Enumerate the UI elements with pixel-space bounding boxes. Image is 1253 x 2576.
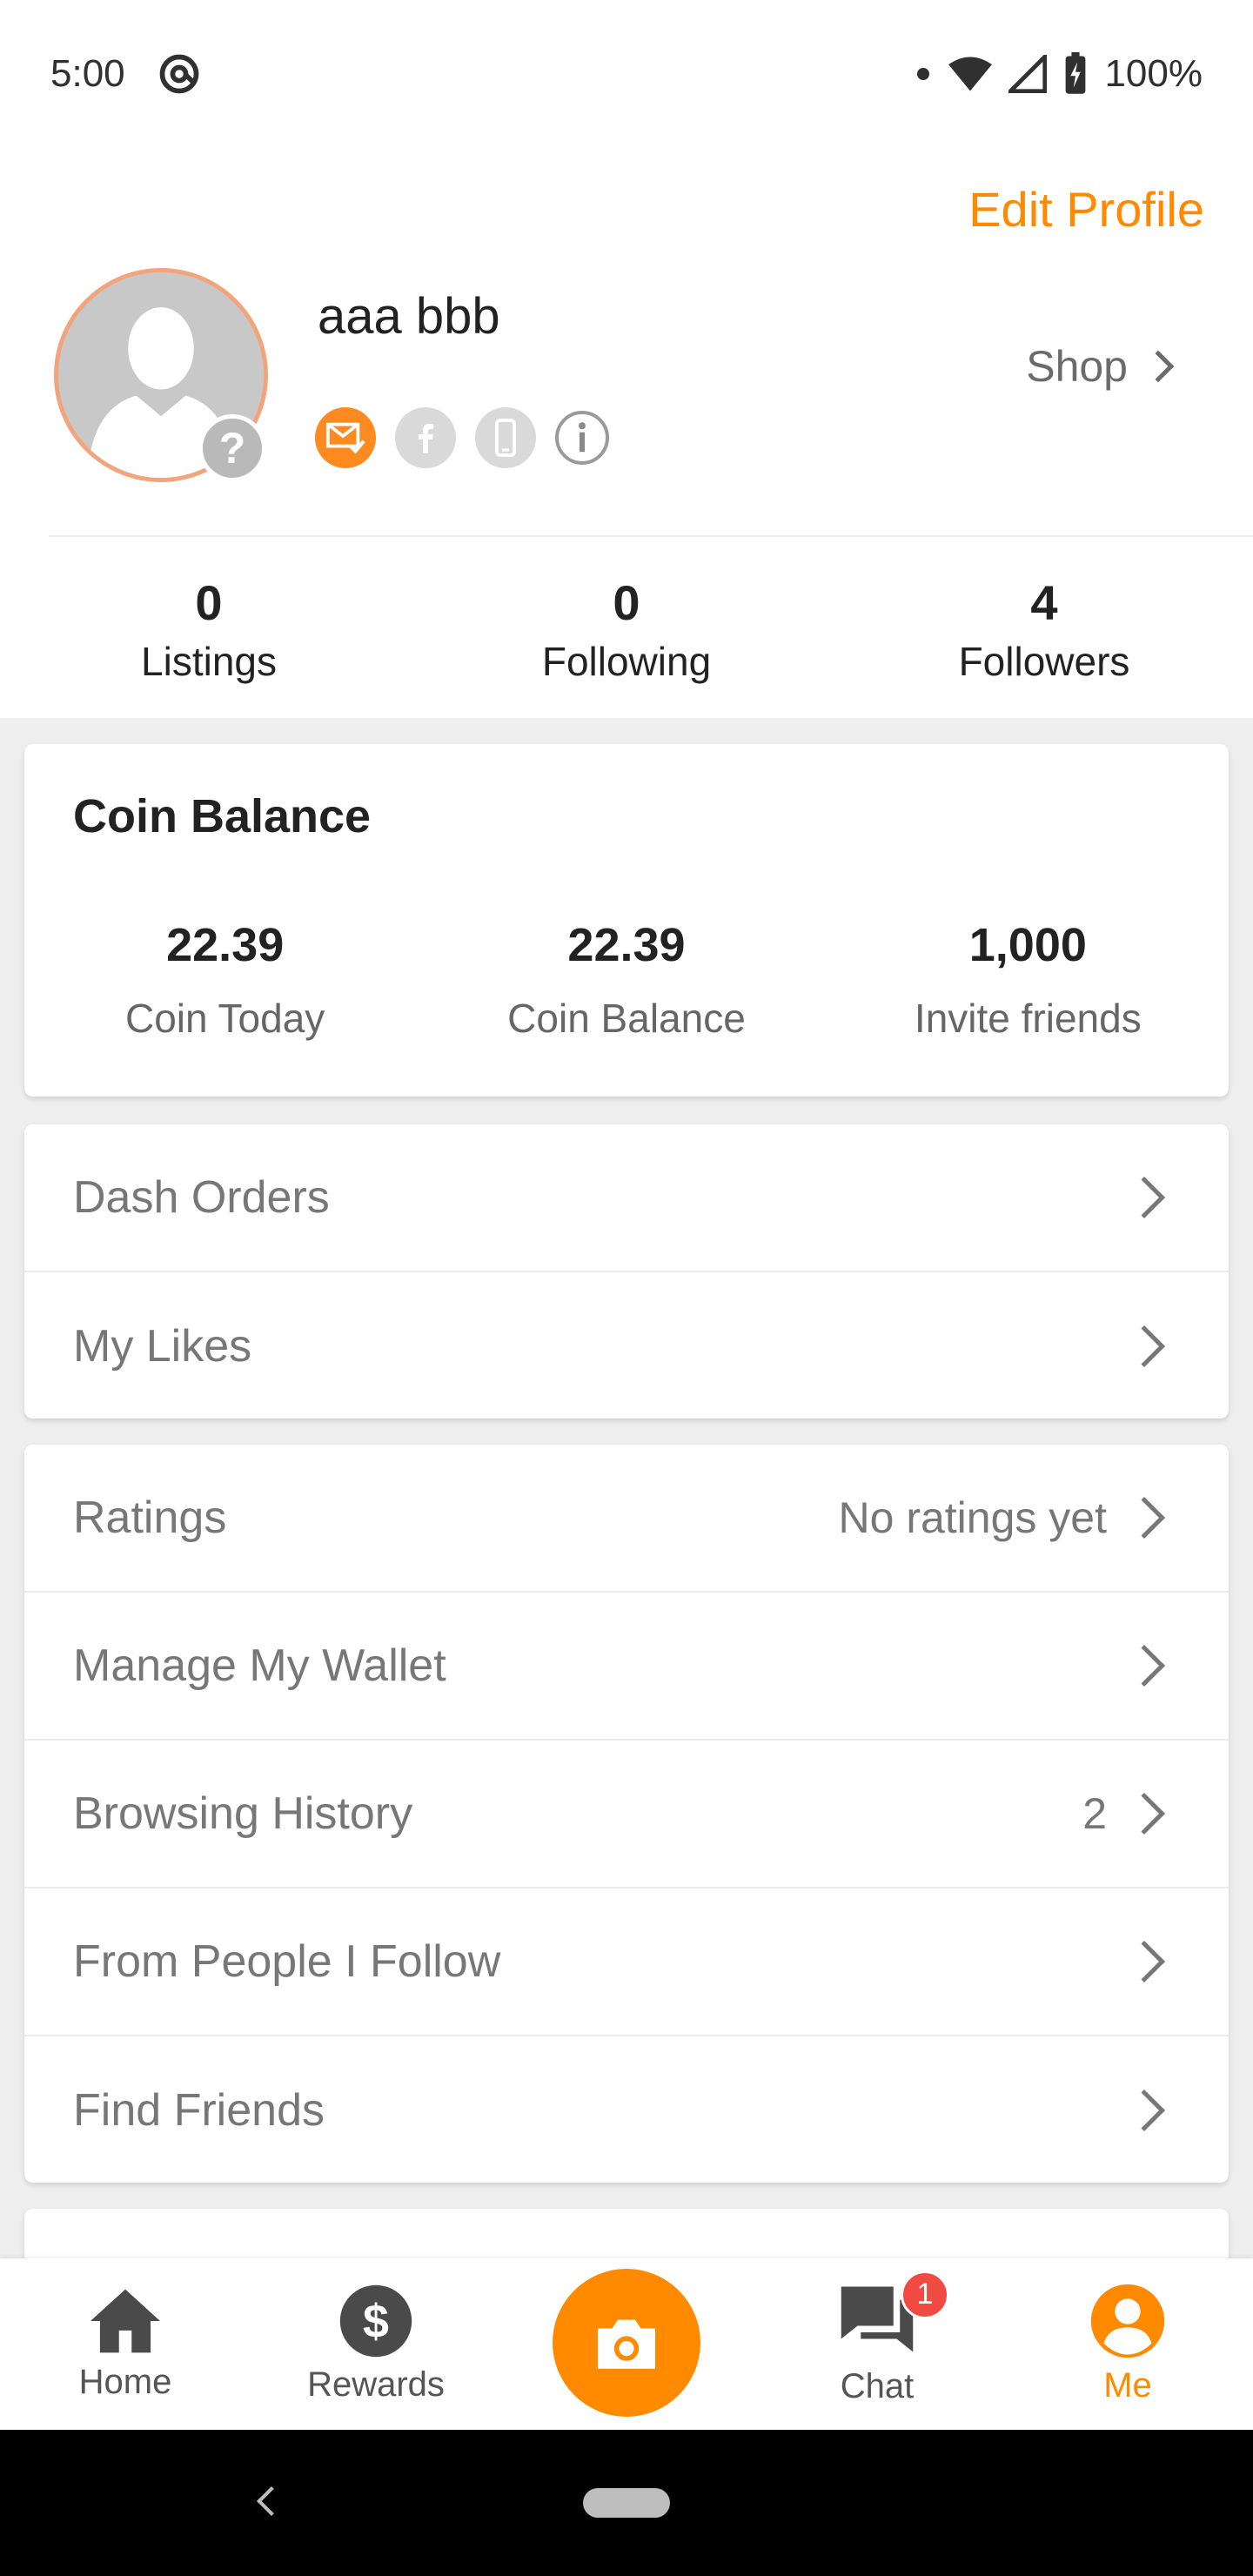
menu-item-browsing-history[interactable]: Browsing History 2	[24, 1741, 1229, 1888]
shop-link[interactable]: Shop	[1026, 341, 1176, 392]
dollar-icon: $	[339, 2284, 412, 2358]
status-time: 5:00	[50, 52, 125, 95]
coin-label: Invite friends	[914, 996, 1142, 1041]
stat-listings[interactable]: 0 Listings	[0, 574, 418, 685]
menu-item-label: Ratings	[73, 1493, 227, 1543]
divider	[49, 535, 1253, 537]
nav-me[interactable]: Me	[1002, 2283, 1253, 2405]
stat-following[interactable]: 0 Following	[418, 574, 835, 685]
menu-group-account: Ratings No ratings yet Manage My Wallet …	[24, 1445, 1229, 2183]
nav-label: Me	[1103, 2366, 1152, 2405]
stat-value: 0	[195, 575, 223, 630]
coin-label: Coin Today	[125, 996, 325, 1041]
chevron-right-icon	[1122, 1496, 1166, 1540]
help-icon[interactable]: ?	[198, 414, 266, 482]
battery-charging-icon	[1062, 52, 1089, 96]
shop-label: Shop	[1026, 342, 1128, 391]
signal-icon	[1008, 55, 1048, 93]
back-icon[interactable]	[257, 2486, 286, 2516]
edit-profile-link[interactable]: Edit Profile	[968, 181, 1204, 238]
stat-label: Following	[541, 639, 712, 684]
coin-label: Coin Balance	[507, 996, 746, 1041]
info-icon[interactable]	[555, 411, 609, 465]
coin-value: 22.39	[567, 919, 686, 971]
menu-item-value: 2	[1082, 1789, 1107, 1838]
status-bar: 5:00 100%	[0, 0, 1253, 148]
menu-item-label: Dash Orders	[73, 1172, 330, 1223]
chevron-right-icon	[1122, 1644, 1166, 1687]
system-nav-bar	[0, 2430, 1253, 2576]
home-icon	[90, 2289, 160, 2353]
stat-followers[interactable]: 4 Followers	[835, 574, 1253, 685]
notification-dot-icon	[915, 65, 932, 83]
menu-group-orders: Dash Orders My Likes	[24, 1124, 1229, 1419]
nav-label: Chat	[840, 2366, 915, 2405]
stat-value: 4	[1030, 575, 1058, 630]
menu-item-dash-orders[interactable]: Dash Orders	[24, 1124, 1229, 1272]
profile-name: aaa bbb	[318, 288, 500, 345]
chevron-right-icon	[1122, 1940, 1166, 1983]
avatar[interactable]: ?	[54, 268, 268, 482]
menu-item-label: Manage My Wallet	[73, 1640, 446, 1691]
chevron-right-icon	[1122, 1792, 1166, 1835]
coin-balance-card[interactable]: Coin Balance 22.39 Coin Today 22.39 Coin…	[24, 744, 1229, 1097]
person-icon	[1090, 2284, 1165, 2358]
chevron-right-icon	[1122, 1325, 1166, 1368]
menu-item-ratings[interactable]: Ratings No ratings yet	[24, 1445, 1229, 1593]
home-pill-icon[interactable]	[583, 2488, 670, 2518]
nav-chat[interactable]: 1 Chat	[752, 2270, 1002, 2406]
chevron-right-icon	[1122, 1176, 1166, 1219]
camera-icon	[598, 2319, 655, 2369]
menu-item-manage-wallet[interactable]: Manage My Wallet	[24, 1593, 1229, 1741]
coin-balance-title: Coin Balance	[73, 790, 372, 842]
menu-item-label: Find Friends	[73, 2085, 325, 2136]
coin-value: 22.39	[166, 919, 285, 971]
menu-item-label: From People I Follow	[73, 1936, 501, 1987]
profile-stats: 0 Listings 0 Following 4 Followers	[0, 574, 1253, 685]
battery-percent: 100%	[1104, 52, 1203, 95]
verification-icons	[315, 407, 609, 468]
wifi-icon	[948, 55, 993, 93]
nav-rewards[interactable]: $ Rewards	[251, 2284, 501, 2405]
menu-item-my-likes[interactable]: My Likes	[24, 1272, 1229, 1420]
stat-label: Listings	[141, 639, 277, 684]
menu-item-value: No ratings yet	[838, 1493, 1107, 1542]
chat-unread-badge: 1	[901, 2270, 949, 2319]
stat-label: Followers	[958, 639, 1130, 684]
menu-item-label: Browsing History	[73, 1788, 413, 1839]
chevron-right-icon	[1122, 2089, 1166, 2132]
camera-button[interactable]	[553, 2268, 700, 2417]
bottom-nav: Home $ Rewards 1 Chat Me	[0, 2258, 1253, 2430]
profile-screen: 5:00 100% Edit Profile ? aaa bbb Shop 0 …	[0, 0, 1253, 2576]
coin-value: 1,000	[968, 919, 1087, 971]
nav-label: Rewards	[307, 2365, 445, 2404]
svg-text:$: $	[363, 2296, 389, 2348]
phone-icon[interactable]	[475, 407, 536, 468]
nav-label: Home	[78, 2363, 172, 2401]
menu-item-from-people-i-follow[interactable]: From People I Follow	[24, 1888, 1229, 2036]
menu-item-find-friends[interactable]: Find Friends	[24, 2036, 1229, 2184]
at-sign-icon	[157, 51, 202, 97]
facebook-icon[interactable]	[395, 407, 456, 468]
email-verified-icon[interactable]	[315, 407, 376, 468]
menu-item-label: My Likes	[73, 1321, 252, 1372]
stat-value: 0	[613, 575, 640, 630]
profile-header: Edit Profile ? aaa bbb Shop 0 Listings 0…	[0, 148, 1253, 718]
nav-camera[interactable]	[501, 2268, 752, 2417]
coin-today[interactable]: 22.39 Coin Today	[24, 918, 425, 1042]
nav-home[interactable]: Home	[0, 2286, 251, 2402]
coin-balance[interactable]: 22.39 Coin Balance	[425, 918, 827, 1042]
chevron-right-icon	[1142, 350, 1175, 383]
invite-friends[interactable]: 1,000 Invite friends	[828, 918, 1229, 1042]
